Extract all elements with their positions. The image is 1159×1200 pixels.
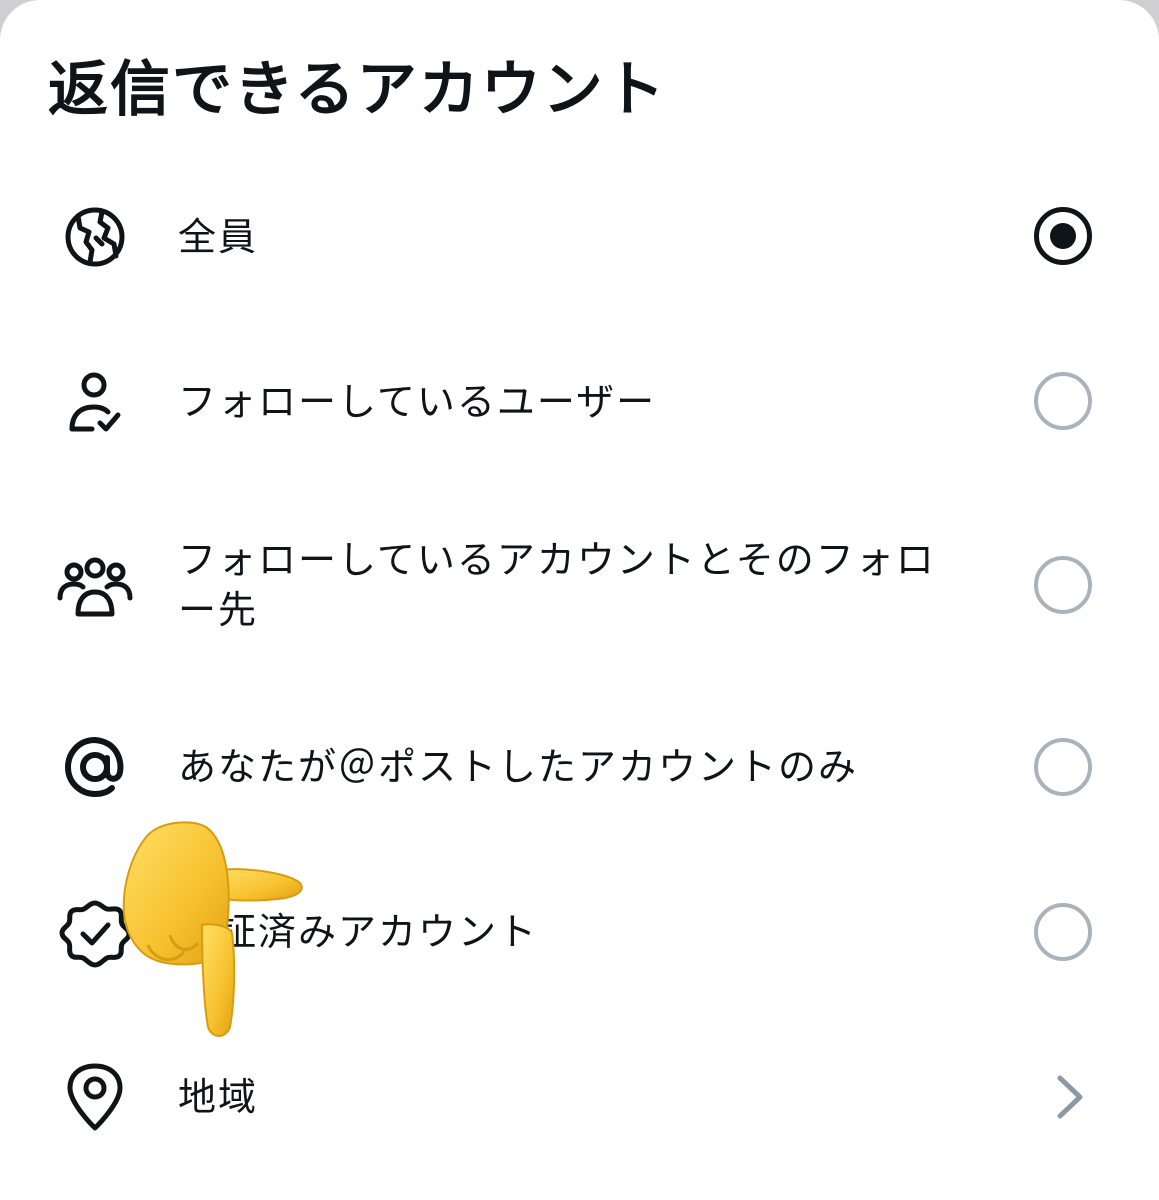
location-pin-icon [56,1058,134,1136]
group-icon [56,548,134,626]
radio-button[interactable] [1034,556,1092,614]
sheet-title: 返信できるアカウント [48,55,667,125]
pointing-down-hand-emoji [118,815,318,1045]
option-label: 地域 [178,1075,259,1119]
radio-button[interactable] [1034,903,1092,961]
chevron-right-icon[interactable] [1050,1072,1090,1122]
at-sign-icon [56,728,134,806]
option-label: 全員 [178,215,259,259]
option-label: フォローしているユーザー [178,380,657,424]
person-check-icon [56,363,134,441]
option-following-and-follows[interactable]: フォローしているアカウントとそのフォロー先 [0,510,1159,670]
radio-button[interactable] [1034,372,1092,430]
option-following[interactable]: フォローしているユーザー [0,327,1159,477]
reply-settings-sheet: 返信できるアカウント 全員 フォローしているユーザー フォローしているアカウント… [0,0,1159,1200]
radio-button[interactable] [1034,738,1092,796]
option-everyone[interactable]: 全員 [0,162,1159,312]
globe-icon [56,198,134,276]
option-label: フォローしているアカウントとそのフォロー先 [178,538,936,632]
option-label: あなたが＠ポストしたアカウントのみ [178,745,859,789]
radio-button-selected[interactable] [1034,207,1092,265]
